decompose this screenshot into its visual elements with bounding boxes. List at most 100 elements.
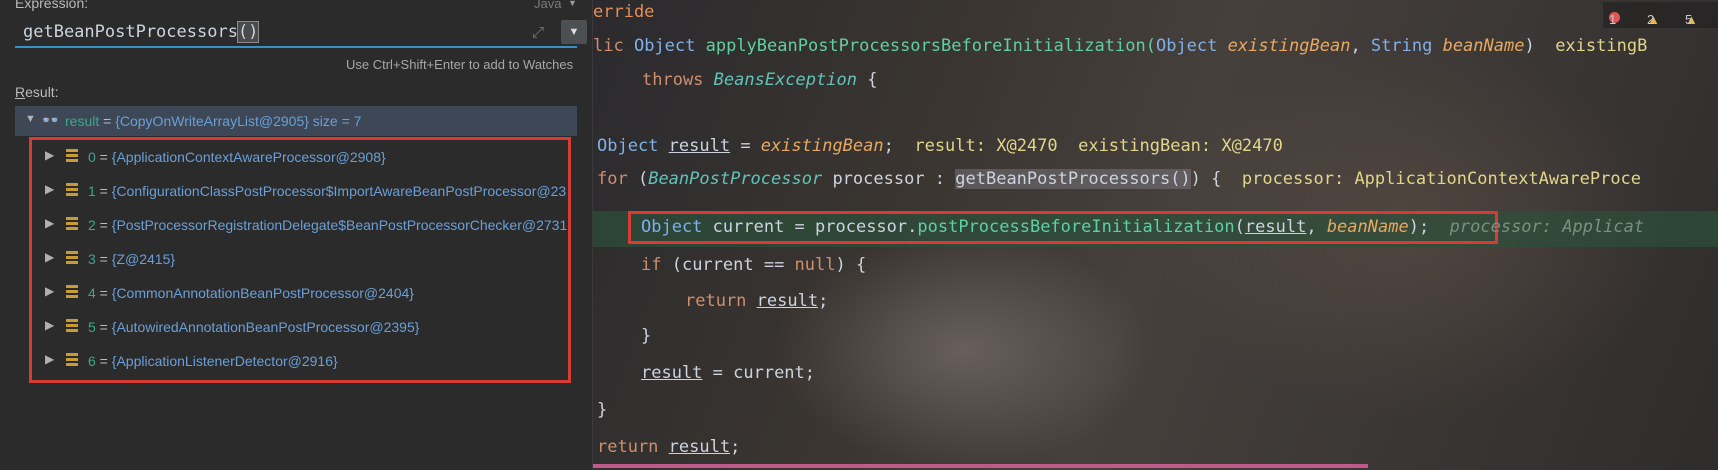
tree-row-text: 0 = {ApplicationContextAwareProcessor@29… (88, 149, 386, 165)
code-token: BeanPostProcessor (648, 169, 823, 189)
expand-arrow-icon[interactable]: ▶ (45, 352, 54, 366)
tree-row-index: 2 (88, 217, 96, 233)
tree-row-value: {CommonAnnotationBeanPostProcessor@2404} (111, 285, 414, 301)
code-line[interactable]: } (641, 326, 651, 346)
code-token: for (597, 169, 638, 189)
expand-arrow-icon[interactable]: ▶ (45, 148, 54, 162)
warning-count-value: 2 (1647, 12, 1655, 27)
expand-arrow-icon[interactable]: ▶ (45, 216, 54, 230)
field-icon (66, 353, 78, 366)
history-dropdown-button[interactable]: ▼ (561, 20, 587, 44)
code-token: = processor. (784, 217, 918, 237)
code-token: } (641, 326, 652, 346)
expand-arrow-icon[interactable]: ▶ (45, 318, 54, 332)
code-token: ); (1408, 217, 1430, 237)
code-line[interactable]: throws BeansException { (642, 70, 877, 90)
inline-value-hint: processor: Applicat (1429, 217, 1645, 237)
result-root-text: result = {CopyOnWriteArrayList@2905} siz… (65, 113, 361, 129)
expand-icon[interactable]: ⤢ (532, 24, 544, 41)
code-token: ) { (1190, 169, 1242, 189)
code-token: processor : (822, 169, 956, 189)
code-token: current (712, 217, 785, 237)
tree-row-eq: = (95, 353, 112, 369)
tree-row[interactable]: ▶ 6 = {ApplicationListenerDetector@2916} (32, 346, 568, 376)
inline-value-hint: result: X@2470 existingBean: X@2470 (914, 136, 1283, 156)
code-line[interactable]: erride (593, 2, 654, 22)
code-line[interactable]: for (BeanPostProcessor processor : getBe… (597, 169, 1641, 189)
code-line[interactable]: result = current; (641, 363, 815, 383)
tree-row-index: 4 (88, 285, 96, 301)
code-token: existingBean (1227, 36, 1351, 56)
code-line[interactable]: if (current == null) { (641, 255, 866, 275)
bottom-accent-bar (593, 464, 1368, 468)
tree-row-eq: = (95, 149, 112, 165)
field-icon (66, 251, 78, 264)
expression-label: Expression: (15, 0, 89, 11)
expand-arrow-icon[interactable]: ▶ (45, 284, 54, 298)
watches-hint: Use Ctrl+Shift+Enter to add to Watches (346, 57, 574, 72)
error-count-value: 1 (1609, 12, 1617, 27)
tree-row-index: 1 (88, 183, 96, 199)
code-line[interactable]: Object current = processor.postProcessBe… (641, 217, 1644, 237)
code-token: String (1370, 36, 1443, 56)
tree-row-text: 4 = {CommonAnnotationBeanPostProcessor@2… (88, 285, 414, 301)
collapse-arrow-icon[interactable]: ▼ (25, 113, 36, 125)
tree-row[interactable]: ▶ 0 = {ApplicationContextAwareProcessor@… (32, 142, 568, 172)
code-token: result (668, 136, 731, 156)
weak-warning-count-value: 5 (1685, 12, 1693, 27)
code-token: BeansException (713, 70, 857, 90)
expression-input[interactable]: getBeanPostProcessors() ⤢ ▼ (15, 18, 587, 48)
code-token: , (1306, 217, 1327, 237)
code-token: ) { (835, 255, 867, 275)
language-dropdown-icon[interactable]: ▼ (568, 0, 577, 8)
code-token: if (641, 255, 672, 275)
tree-row-index: 5 (88, 319, 96, 335)
code-token: ; (818, 291, 829, 311)
code-token: , (1350, 36, 1371, 56)
tree-row-value: {ApplicationListenerDetector@2916} (111, 353, 338, 369)
tree-row[interactable]: ▶ 4 = {CommonAnnotationBeanPostProcessor… (32, 278, 568, 308)
expand-arrow-icon[interactable]: ▶ (45, 250, 54, 264)
code-editor[interactable]: 1 ▲ 2 ▲ 5 erride lic Object applyBeanPostP… (593, 0, 1718, 470)
code-token: throws (642, 70, 714, 90)
code-token: (current == (671, 255, 795, 275)
expand-arrow-icon[interactable]: ▶ (45, 182, 54, 196)
expression-text[interactable]: getBeanPostProcessors() (23, 21, 260, 43)
tree-row-value: {AutowiredAnnotationBeanPostProcessor@23… (111, 319, 420, 335)
tree-row-value: {Z@2415} (111, 251, 176, 267)
evaluate-panel: Expression: Java ▼ getBeanPostProcessors… (0, 0, 593, 470)
tree-row-text: 6 = {ApplicationListenerDetector@2916} (88, 353, 338, 369)
inspection-status[interactable]: 1 ▲ 2 ▲ 5 (1603, 2, 1718, 28)
language-selector[interactable]: Java (534, 0, 561, 11)
tree-row-index: 0 (88, 149, 96, 165)
tree-row[interactable]: ▶ 1 = {ConfigurationClassPostProcessor$I… (32, 176, 568, 206)
code-token: erride (593, 2, 655, 22)
result-children-highlight: ▶ 0 = {ApplicationContextAwareProcessor@… (29, 137, 571, 383)
code-line[interactable]: return result; (685, 291, 828, 311)
code-token: ) (1524, 36, 1556, 56)
tree-row-eq: = (95, 285, 112, 301)
code-line[interactable]: } (597, 400, 607, 420)
code-line[interactable]: lic Object applyBeanPostProcessorsBefore… (593, 36, 1647, 56)
result-root-row[interactable]: ▼ 👓 result = {CopyOnWriteArrayList@2905}… (15, 106, 577, 136)
code-token: beanName (1442, 36, 1525, 56)
code-line[interactable]: Object result = existingBean; result: X@… (597, 136, 1283, 156)
result-name: result (65, 113, 100, 129)
watch-glasses-icon: 👓 (41, 112, 60, 129)
tree-row-text: 3 = {Z@2415} (88, 251, 175, 267)
field-icon (66, 319, 78, 332)
code-token: Object (641, 217, 713, 237)
tree-row-index: 6 (88, 353, 96, 369)
field-icon (66, 285, 78, 298)
code-line[interactable]: return result; (597, 437, 740, 457)
tree-row[interactable]: ▶ 3 = {Z@2415} (32, 244, 568, 274)
code-token: existingBean (760, 136, 884, 156)
tree-row[interactable]: ▶ 2 = {PostProcessorRegistrationDelegate… (32, 210, 568, 240)
field-icon (66, 149, 78, 162)
result-value: {CopyOnWriteArrayList@2905} size = 7 (115, 113, 362, 129)
code-token: return (685, 291, 757, 311)
tree-row[interactable]: ▶ 5 = {AutowiredAnnotationBeanPostProces… (32, 312, 568, 342)
result-eq: = (99, 113, 116, 129)
code-token: ; (883, 136, 915, 156)
code-token: return (597, 437, 669, 457)
